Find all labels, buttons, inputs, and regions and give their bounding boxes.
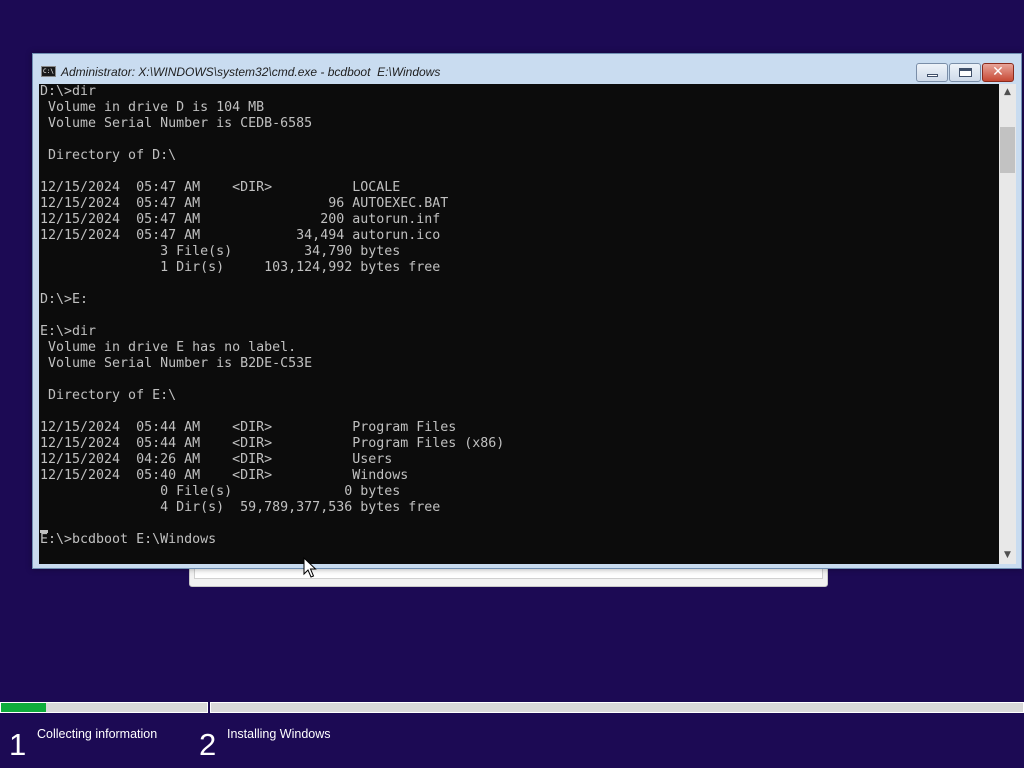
window-controls: ✕ xyxy=(916,63,1014,82)
step-label-installing-windows: Installing Windows xyxy=(227,727,331,741)
step-number-2: 2 xyxy=(199,727,217,762)
minimize-icon xyxy=(927,74,938,77)
progress-fill-step-1 xyxy=(1,703,47,712)
window-title: Administrator: X:\WINDOWS\system32\cmd.e… xyxy=(61,65,441,79)
scroll-up-icon[interactable]: ▲ xyxy=(999,84,1016,101)
console-output[interactable]: D:\>dir Volume in drive D is 104 MB Volu… xyxy=(39,84,999,564)
step-label-collecting-information: Collecting information xyxy=(37,727,158,741)
cmd-app-icon[interactable]: C:\ xyxy=(41,66,56,77)
scrollbar-thumb[interactable] xyxy=(1000,127,1015,173)
cmd-window: C:\ Administrator: X:\WINDOWS\system32\c… xyxy=(32,53,1022,569)
vertical-scrollbar[interactable]: ▲ ▼ xyxy=(999,84,1016,564)
progress-bar-step-2 xyxy=(210,702,1024,713)
close-icon: ✕ xyxy=(992,64,1004,80)
title-bar[interactable]: C:\ Administrator: X:\WINDOWS\system32\c… xyxy=(33,54,1021,84)
step-number-1: 1 xyxy=(9,727,27,762)
minimize-button[interactable] xyxy=(916,63,948,82)
close-button[interactable]: ✕ xyxy=(982,63,1014,82)
scroll-down-icon[interactable]: ▼ xyxy=(999,547,1016,564)
mouse-pointer-icon xyxy=(303,557,317,578)
console-text: D:\>dir Volume in drive D is 104 MB Volu… xyxy=(40,84,505,547)
text-cursor xyxy=(40,530,48,533)
maximize-icon xyxy=(959,68,972,77)
maximize-button[interactable] xyxy=(949,63,981,82)
progress-bar-step-1 xyxy=(0,702,208,713)
